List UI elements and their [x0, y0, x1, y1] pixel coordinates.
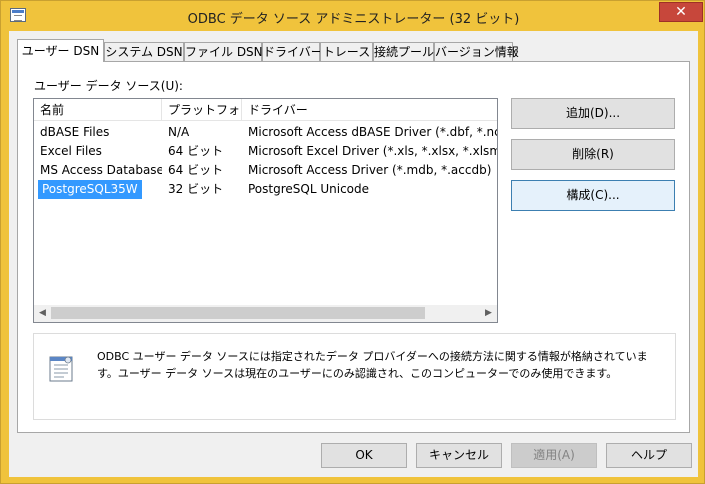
column-header-platform[interactable]: プラットフォーム	[162, 99, 242, 121]
dsn-name: MS Access Database	[40, 163, 162, 177]
user-data-sources-label: ユーザー データ ソース(U):	[34, 79, 183, 93]
user-data-sources-list[interactable]: 名前 プラットフォーム ドライバー dBASE Files N/A Micros…	[33, 98, 498, 323]
dsn-name: Excel Files	[40, 144, 102, 158]
tab-user-dsn[interactable]: ユーザー DSN	[17, 39, 104, 62]
column-header-name[interactable]: 名前	[34, 99, 162, 121]
add-button[interactable]: 追加(D)...	[511, 98, 675, 129]
dsn-driver: Microsoft Access dBASE Driver (*.dbf, *.…	[248, 125, 497, 139]
configure-button[interactable]: 構成(C)...	[511, 180, 675, 211]
list-header: 名前 プラットフォーム ドライバー	[34, 99, 497, 121]
title-bar[interactable]: ODBC データ ソース アドミニストレーター (32 ビット) ✕	[1, 1, 704, 31]
dsn-platform: 64 ビット	[168, 144, 224, 158]
cancel-button[interactable]: キャンセル	[416, 443, 502, 468]
dsn-name: PostgreSQL35W	[38, 180, 142, 199]
ok-button[interactable]: OK	[321, 443, 407, 468]
dsn-platform: 32 ビット	[168, 182, 224, 196]
dsn-driver: Microsoft Access Driver (*.mdb, *.accdb)	[248, 163, 492, 177]
data-source-icon	[49, 356, 73, 382]
window-title: ODBC データ ソース アドミニストレーター (32 ビット)	[187, 12, 520, 27]
scroll-thumb[interactable]	[51, 307, 425, 319]
tab-system-dsn[interactable]: システム DSN	[104, 42, 184, 61]
tab-drivers[interactable]: ドライバー	[262, 42, 323, 61]
dsn-name: dBASE Files	[40, 125, 110, 139]
dsn-driver: PostgreSQL Unicode	[248, 182, 370, 196]
list-item[interactable]: dBASE Files N/A Microsoft Access dBASE D…	[34, 123, 497, 142]
tab-file-dsn[interactable]: ファイル DSN	[184, 42, 263, 61]
info-description: ODBC ユーザー データ ソースには指定されたデータ プロバイダーへの接続方法…	[97, 350, 648, 380]
dsn-platform: N/A	[168, 125, 190, 139]
list-item[interactable]: MS Access Database 64 ビット Microsoft Acce…	[34, 161, 497, 180]
horizontal-scrollbar[interactable]: ◀ ▶	[34, 305, 497, 322]
odbc-admin-window: ODBC データ ソース アドミニストレーター (32 ビット) ✕ ユーザー …	[0, 0, 705, 484]
user-dsn-tab-page: ユーザー データ ソース(U): 名前 プラットフォーム ドライバー dBASE…	[17, 61, 690, 433]
dialog-client-area: ユーザー DSN システム DSN ファイル DSN ドライバー トレース 接続…	[9, 31, 698, 477]
tab-tracing[interactable]: トレース	[320, 42, 373, 61]
dsn-driver: Microsoft Excel Driver (*.xls, *.xlsx, *…	[248, 144, 497, 158]
dsn-platform: 64 ビット	[168, 163, 224, 177]
list-item-selected[interactable]: PostgreSQL35W 32 ビット PostgreSQL Unicode	[34, 180, 497, 199]
help-button[interactable]: ヘルプ	[606, 443, 692, 468]
info-panel: ODBC ユーザー データ ソースには指定されたデータ プロバイダーへの接続方法…	[33, 333, 676, 420]
tab-about[interactable]: バージョン情報	[434, 42, 519, 61]
tab-connection-pooling[interactable]: 接続プール	[373, 42, 434, 61]
close-button[interactable]: ✕	[659, 2, 703, 22]
scroll-left-arrow-icon[interactable]: ◀	[34, 305, 51, 322]
scroll-right-arrow-icon[interactable]: ▶	[480, 305, 497, 322]
column-header-driver[interactable]: ドライバー	[242, 99, 497, 121]
list-item[interactable]: Excel Files 64 ビット Microsoft Excel Drive…	[34, 142, 497, 161]
remove-button[interactable]: 削除(R)	[511, 139, 675, 170]
apply-button[interactable]: 適用(A)	[511, 443, 597, 468]
